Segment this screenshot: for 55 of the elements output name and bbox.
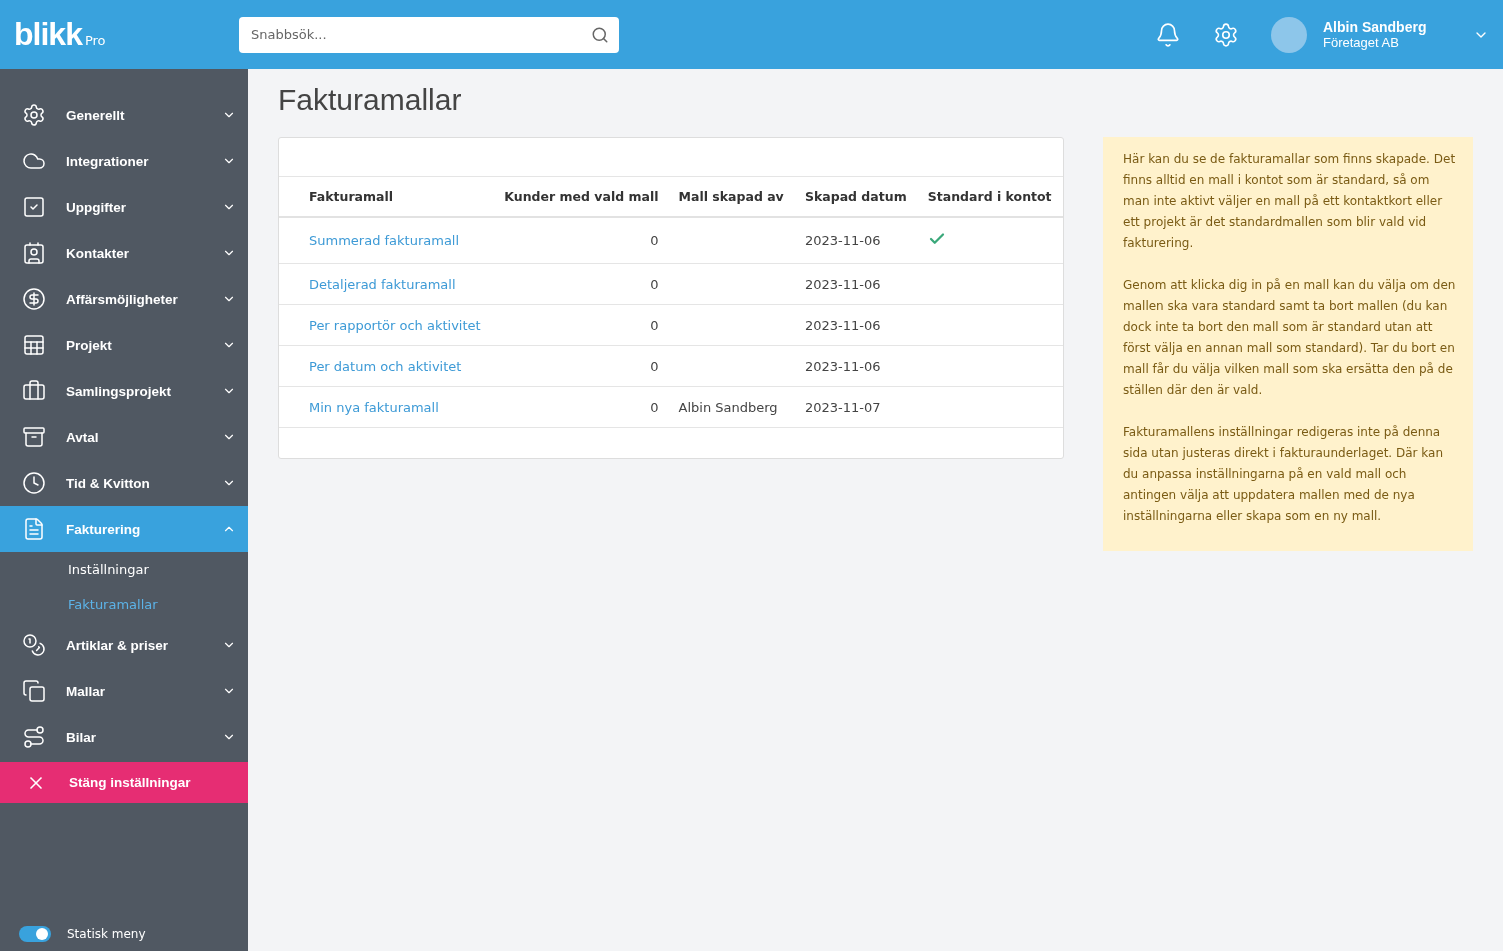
table-cell: 2023-11-06: [794, 304, 918, 346]
info-text: Genom att klicka dig in på en mall kan du välja om den mallen ska vara standard samt ta bort mallen (du kan dock inte ta bort den mall som är standard utan att först välja en annan mall som standard). Tar du bort en mall får du välja vilken mall som ska ersätta den på de ställen där den är vald.: [1123, 277, 1457, 399]
table-cell: 2023-11-06: [794, 263, 918, 305]
page-title: Fakturamallar: [278, 83, 463, 117]
sidebar-subitem[interactable]: Inställningar: [0, 552, 248, 587]
table-cell: 2023-11-07: [794, 386, 918, 428]
gear-icon: [22, 103, 46, 127]
cabinet-icon: [22, 425, 46, 449]
sidebar-item[interactable]: Uppgifter: [0, 184, 248, 230]
settings-button[interactable]: [1213, 21, 1239, 48]
search-field[interactable]: Snabbsök...: [239, 16, 619, 53]
copy-icon: [22, 679, 46, 703]
avatar[interactable]: [1271, 16, 1307, 53]
sidebar-item[interactable]: Avtal: [0, 414, 248, 460]
table-icon: [22, 333, 46, 357]
column-header: Skapad datum: [794, 176, 918, 217]
sidebar-item[interactable]: Integrationer: [0, 138, 248, 184]
checkbox-icon: [22, 195, 46, 219]
table-cell: 0: [492, 304, 669, 346]
info-text: Fakturamallens inställningar redigeras inte på denna sida utan justeras direkt i fakturaunderlaget. Där kan du anpassa inställningarna på en vald mall och antingen välja att uppdatera mallen med de nya inställningarna eller skapa som en ny mall.: [1123, 424, 1445, 525]
table-cell: 0: [492, 217, 669, 264]
sidebar-item[interactable]: Samlingsprojekt: [0, 368, 248, 414]
logo-suffix: Pro: [84, 33, 106, 48]
coins-icon: [22, 633, 46, 657]
sidebar-item[interactable]: Projekt: [0, 322, 248, 368]
clock-icon: [22, 471, 46, 495]
table-cell: 0: [492, 263, 669, 305]
briefcase-icon: [22, 379, 46, 403]
sidebar-item[interactable]: Artiklar & priser: [0, 622, 248, 668]
table-cell: 0: [492, 345, 669, 387]
close-settings-button[interactable]: Stäng inställningar: [0, 762, 248, 803]
sidebar-item[interactable]: Generellt: [0, 92, 248, 138]
column-header: Mall skapad av: [668, 176, 795, 217]
notifications-button[interactable]: [1155, 21, 1181, 48]
column-header: Standard i kontot: [917, 176, 1063, 217]
document-icon: [22, 517, 46, 541]
toggle-label: Statisk meny: [67, 927, 146, 941]
table-cell: 0: [492, 386, 669, 428]
sidebar-item[interactable]: Affärsmöjligheter: [0, 276, 248, 322]
dollar-icon: [22, 287, 46, 311]
table-cell: Albin Sandberg: [668, 386, 795, 428]
column-header: Kunder med vald mall: [492, 176, 669, 217]
contact-card-icon: [22, 241, 46, 265]
sidebar-item[interactable]: Bilar: [0, 714, 248, 760]
search-icon: [591, 25, 609, 44]
table-cell: 2023-11-06: [794, 217, 918, 264]
table-cell: 2023-11-06: [794, 345, 918, 387]
column-header: Fakturamall: [279, 176, 493, 217]
static-menu-toggle[interactable]: [19, 926, 51, 942]
sidebar-item[interactable]: Tid & Kvitton: [0, 460, 248, 506]
sidebar-item[interactable]: Mallar: [0, 668, 248, 714]
company-name: Företaget AB: [1323, 35, 1400, 50]
sidebar-item[interactable]: Kontakter: [0, 230, 248, 276]
info-text: Här kan du se de fakturamallar som finns skapade. Det finns alltid en mall i kontot som är standard, så om man inte aktivt väljer en mall på ett kontaktkort eller ett projekt är det standardmallen som blir vald vid fakturering.: [1123, 151, 1457, 252]
user-name: Albin Sandberg: [1323, 19, 1428, 35]
